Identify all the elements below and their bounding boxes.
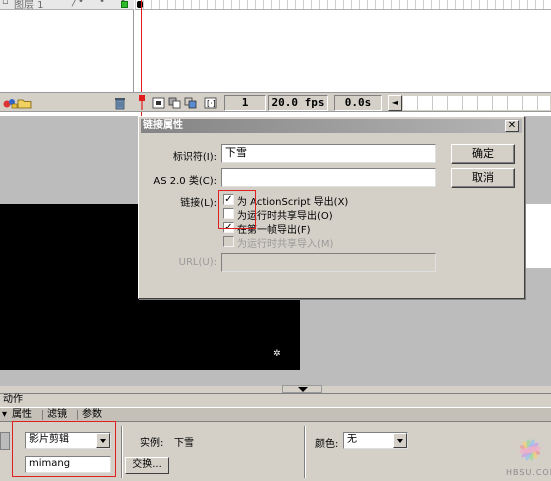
tab-separator	[42, 410, 43, 420]
color-effect-select[interactable]: 无	[343, 432, 408, 449]
linkage-label: 链接(L):	[180, 198, 217, 209]
panel-divider	[304, 426, 305, 478]
timeline-horizontal-scrollbar[interactable]	[403, 96, 550, 110]
identifier-label: 标识符(I):	[172, 152, 217, 163]
tab-separator	[77, 410, 78, 420]
tabbar-grip-icon: ▾	[2, 409, 8, 420]
onion-skin-icon[interactable]	[167, 96, 183, 110]
url-input	[221, 253, 436, 272]
playhead-marker-icon[interactable]	[138, 94, 146, 110]
timeline-panel: ▫ 图层 1 ╱ • • • [·] 1 20.0 fps 0.0s ◄	[0, 0, 551, 116]
frame-row[interactable]	[135, 0, 551, 10]
frame-rate-field[interactable]: 20.0 fps	[268, 95, 328, 111]
close-icon[interactable]: ✕	[505, 120, 519, 132]
movie-clip-symbol-icon	[0, 432, 10, 450]
keyframe-icon[interactable]	[137, 1, 143, 8]
highlight-annotation-box	[12, 421, 116, 477]
url-label: URL(U):	[178, 257, 217, 268]
timeline-frames-area[interactable]	[135, 0, 551, 92]
highlight-annotation-box	[218, 190, 256, 229]
layer-row[interactable]: ▫ 图层 1 ╱ • • •	[0, 0, 134, 11]
actions-panel-header[interactable]: 动作	[0, 393, 551, 407]
panel-collapse-arrow-icon[interactable]	[282, 385, 322, 393]
instance-label: 实例:	[140, 438, 164, 449]
properties-panel: 影片剪辑 mimang 实例: 下雪 交换... 颜色: 无 HBSU.COM	[0, 421, 551, 481]
add-layer-icon[interactable]	[2, 96, 18, 110]
linkage-properties-dialog: 链接属性 ✕ 标识符(I): 下雪 AS 2.0 类(C): 确定 取消 链接(…	[138, 116, 525, 299]
add-folder-icon[interactable]	[17, 96, 33, 110]
cancel-button[interactable]: 取消	[451, 168, 515, 188]
import-runtime-sharing-checkbox	[223, 236, 234, 247]
dialog-title: 链接属性	[141, 119, 522, 133]
tab-filters[interactable]: 滤镜	[47, 408, 67, 422]
onion-skin-outlines-icon[interactable]	[183, 96, 199, 110]
properties-tabbar: ▾ 属性 滤镜 参数	[0, 407, 551, 422]
as2-class-label: AS 2.0 类(C):	[153, 176, 217, 187]
chevron-down-icon[interactable]	[393, 433, 407, 448]
color-label: 颜色:	[315, 439, 339, 450]
layer-name: 图层 1	[14, 0, 44, 11]
current-frame-field: 1	[224, 95, 266, 111]
timeline-scroll-left-button[interactable]: ◄	[388, 95, 402, 111]
color-effect-value: 无	[347, 434, 357, 445]
layer-list	[0, 0, 134, 92]
elapsed-time-field: 0.0s	[334, 95, 382, 111]
ok-button[interactable]: 确定	[451, 144, 515, 164]
trash-icon[interactable]	[112, 96, 128, 110]
layer-outline-color-icon[interactable]	[121, 1, 128, 8]
center-frame-icon[interactable]	[151, 96, 167, 110]
identifier-input[interactable]: 下雪	[221, 144, 436, 163]
watermark-logo-icon	[519, 439, 541, 461]
edit-multiple-frames-icon[interactable]: [·]	[203, 96, 219, 110]
as2-class-input[interactable]	[221, 168, 436, 187]
instance-value: 下雪	[174, 438, 194, 449]
svg-text:[·]: [·]	[207, 99, 216, 108]
timeline-toolbar: [·] 1 20.0 fps 0.0s ◄	[0, 92, 551, 112]
import-runtime-sharing-label: 为运行时共享导入(M)	[237, 239, 334, 250]
panel-divider	[121, 426, 122, 478]
tab-properties[interactable]: 属性	[12, 408, 32, 422]
symbol-registration-point-icon[interactable]: ✲	[273, 349, 281, 359]
tab-parameters[interactable]: 参数	[82, 408, 102, 422]
layer-page-icon: ▫	[2, 0, 9, 7]
watermark-text: HBSU.COM	[506, 468, 551, 477]
swap-button[interactable]: 交换...	[125, 457, 169, 474]
